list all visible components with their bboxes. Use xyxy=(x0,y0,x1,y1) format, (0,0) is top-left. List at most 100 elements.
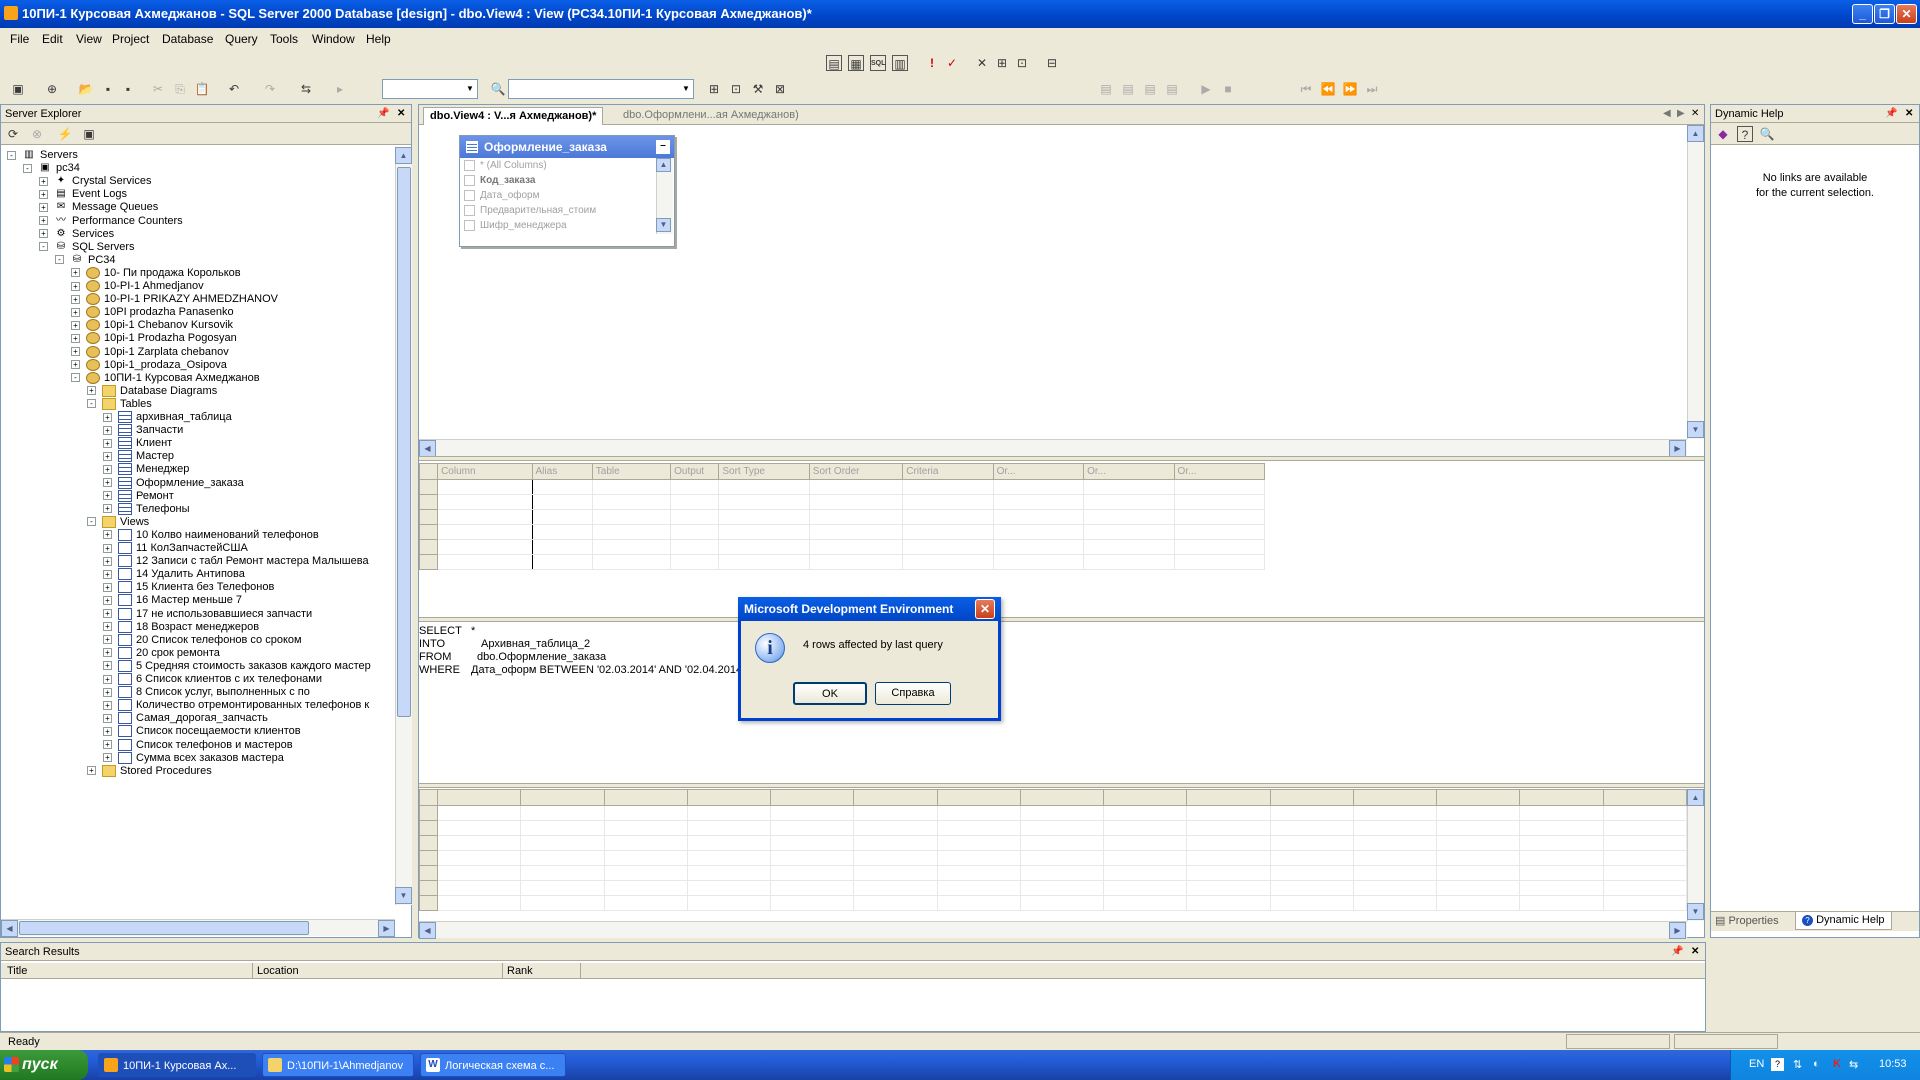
network-icon[interactable]: ⇅ xyxy=(1793,1058,1802,1071)
sql-keywords[interactable]: SELECT INTO FROM WHERE xyxy=(419,625,462,677)
expand-icon[interactable]: + xyxy=(103,569,112,579)
undo-icon[interactable]: ↶ xyxy=(226,81,242,97)
remove-filter-icon[interactable]: ✕ xyxy=(974,55,990,71)
antivirus-icon[interactable]: K xyxy=(1833,1058,1841,1070)
volume-icon[interactable]: ◐ xyxy=(1813,1058,1820,1070)
expand-icon[interactable]: + xyxy=(103,635,112,645)
expand-icon[interactable]: + xyxy=(103,451,112,461)
results-vscrollbar[interactable]: ▲ ▼ xyxy=(1687,789,1704,921)
pin-icon[interactable]: 📌 xyxy=(1671,946,1683,957)
paste-icon[interactable]: 📋 xyxy=(194,81,210,97)
expand-icon[interactable]: + xyxy=(103,713,112,723)
task-folder[interactable]: D:\10ПИ-1\Ahmedjanov xyxy=(262,1053,414,1077)
results-grid[interactable] xyxy=(419,789,1687,921)
copy-icon[interactable]: ⎘ xyxy=(172,81,188,97)
column-row[interactable]: Шифр_менеджера xyxy=(460,218,674,233)
results-row[interactable] xyxy=(419,895,1687,911)
add-item-icon[interactable]: ⊕ xyxy=(44,81,60,97)
expand-icon[interactable]: + xyxy=(103,530,112,540)
task-vs[interactable]: 10ПИ-1 Курсовая Ах... xyxy=(98,1053,256,1077)
help-tray-icon[interactable]: ? xyxy=(1771,1058,1784,1071)
results-row[interactable] xyxy=(419,820,1687,836)
tree-vscrollbar[interactable]: ▲ ▼ xyxy=(395,147,412,905)
expand-icon[interactable]: + xyxy=(103,674,112,684)
collapse-icon[interactable]: - xyxy=(23,163,32,173)
expand-icon[interactable]: + xyxy=(103,648,112,658)
grid-row[interactable] xyxy=(418,524,1265,540)
grid-row[interactable] xyxy=(418,554,1265,570)
grid-row[interactable] xyxy=(418,494,1265,510)
close-panel-icon[interactable]: ✕ xyxy=(1691,946,1699,957)
cut-icon[interactable]: ✂ xyxy=(150,81,166,97)
grid-row[interactable] xyxy=(418,539,1265,555)
diagram-hscrollbar[interactable]: ◀ ▶ xyxy=(419,439,1687,457)
class-view-icon[interactable]: ⊠ xyxy=(772,81,788,97)
safely-remove-icon[interactable]: ⇆ xyxy=(1849,1058,1858,1071)
pane-splitter[interactable] xyxy=(419,617,1704,622)
expand-icon[interactable]: + xyxy=(103,700,112,710)
config-combo[interactable]: ▼ xyxy=(382,79,478,99)
run-icon[interactable]: ! xyxy=(924,55,940,71)
find-icon[interactable]: 🔍 xyxy=(490,81,506,97)
menu-view[interactable]: View xyxy=(76,32,102,46)
title-bar[interactable]: 10ПИ-1 Курсовая Ахмеджанов - SQL Server … xyxy=(0,0,1920,28)
save-all-icon[interactable]: ▪ xyxy=(120,81,136,97)
index-icon[interactable]: ? xyxy=(1737,126,1753,142)
expand-icon[interactable]: + xyxy=(71,281,80,291)
results-row[interactable] xyxy=(419,880,1687,896)
expand-icon[interactable]: + xyxy=(103,478,112,488)
results-row[interactable] xyxy=(419,850,1687,866)
close-panel-icon[interactable]: ✕ xyxy=(397,108,405,119)
expand-icon[interactable]: + xyxy=(103,661,112,671)
toolbox-icon[interactable]: ⚒ xyxy=(750,81,766,97)
results-hscrollbar[interactable]: ◀ ▶ xyxy=(419,921,1687,939)
menu-edit[interactable]: Edit xyxy=(42,32,63,46)
solution-explorer-icon[interactable]: ⊞ xyxy=(706,81,722,97)
clock[interactable]: 10:53 xyxy=(1879,1058,1907,1070)
close-panel-icon[interactable]: ✕ xyxy=(1905,108,1913,119)
diagram-table-scrollbar[interactable]: ▲ ▼ xyxy=(656,158,673,234)
hscroll-thumb[interactable] xyxy=(19,921,309,935)
collapse-icon[interactable]: - xyxy=(87,399,96,409)
expand-icon[interactable]: + xyxy=(71,294,80,304)
first-record-icon[interactable]: ⏮ xyxy=(1298,81,1314,97)
collapse-icon[interactable]: - xyxy=(87,517,96,527)
scroll-left-icon[interactable]: ◀ xyxy=(1,920,18,937)
menu-project[interactable]: Project xyxy=(112,32,149,46)
expand-icon[interactable]: + xyxy=(71,268,80,278)
expand-icon[interactable]: + xyxy=(103,438,112,448)
criteria-grid[interactable]: Column Alias Table Output Sort Type Sort… xyxy=(418,463,1265,570)
menu-file[interactable]: File xyxy=(10,32,29,46)
collapse-icon[interactable]: - xyxy=(7,150,16,160)
format-icon-1[interactable]: ▤ xyxy=(1098,81,1114,97)
grid-pane-icon[interactable]: ▦ xyxy=(848,55,864,71)
verify-sql-icon[interactable]: ✓ xyxy=(944,55,960,71)
expand-icon[interactable]: + xyxy=(103,622,112,632)
menu-help[interactable]: Help xyxy=(366,32,391,46)
col-location[interactable]: Location xyxy=(253,963,503,979)
expand-icon[interactable]: + xyxy=(39,229,48,239)
column-row[interactable]: Дата_оформ xyxy=(460,188,674,203)
add-table-icon[interactable]: ⊡ xyxy=(1014,55,1030,71)
format-icon-2[interactable]: ▤ xyxy=(1120,81,1136,97)
format-icon-3[interactable]: ▤ xyxy=(1142,81,1158,97)
menu-database[interactable]: Database xyxy=(162,32,213,46)
start-icon[interactable]: ▸ xyxy=(332,81,348,97)
dialog-close-button[interactable]: ✕ xyxy=(975,599,995,619)
prev-record-icon[interactable]: ⏪ xyxy=(1320,81,1336,97)
column-row[interactable]: * (All Columns) xyxy=(460,158,674,173)
results-row[interactable] xyxy=(419,789,1687,806)
connect-server-icon[interactable]: ▣ xyxy=(81,126,97,142)
minimize-button[interactable]: _ xyxy=(1852,4,1873,24)
expand-icon[interactable]: + xyxy=(103,687,112,697)
scroll-thumb[interactable] xyxy=(397,167,411,717)
expand-icon[interactable]: + xyxy=(39,189,48,199)
expand-icon[interactable]: + xyxy=(103,543,112,553)
menu-query[interactable]: Query xyxy=(225,32,258,46)
play-icon[interactable]: ▶ xyxy=(1198,81,1214,97)
scroll-right-icon[interactable]: ▶ xyxy=(378,920,395,937)
minimize-table-icon[interactable]: – xyxy=(656,140,670,154)
expand-icon[interactable]: + xyxy=(71,347,80,357)
expand-icon[interactable]: + xyxy=(103,609,112,619)
search-help-icon[interactable]: 🔍 xyxy=(1759,126,1775,142)
